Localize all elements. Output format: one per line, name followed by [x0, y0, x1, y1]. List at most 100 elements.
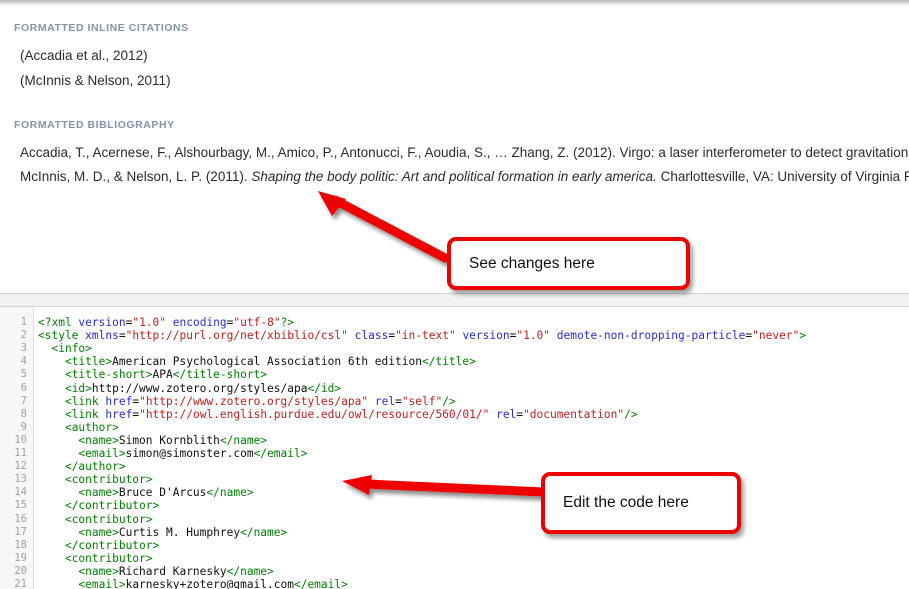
editor-line-number: 21: [14, 578, 27, 589]
editor-line-number: 10: [14, 433, 27, 446]
editor-line-number: 19: [14, 551, 27, 564]
editor-line-number: 17: [14, 525, 27, 538]
code-token-tag: <contributor>: [64, 473, 153, 487]
editor-line-content[interactable]: <style xmlns="http://purl.org/net/xbibli…: [38, 329, 806, 342]
code-token-tag: </name>: [240, 525, 288, 539]
inline-citation-item: (McInnis & Nelson, 2011): [20, 73, 171, 88]
editor-line[interactable]: 12 </author>: [0, 460, 909, 473]
editor-line-number: 20: [14, 564, 27, 577]
editor-line-number: 7: [20, 394, 27, 407]
editor-line-number: 8: [20, 407, 27, 420]
editor-line-content[interactable]: <name>Bruce D'Arcus</name>: [38, 486, 253, 500]
csl-code-editor[interactable]: 1 <?xml version="1.0" encoding="utf-8"?> 2…: [0, 307, 909, 589]
editor-line[interactable]: 3 <info>: [0, 342, 909, 355]
editor-line-content[interactable]: <?xml version="1.0" encoding="utf-8"?>: [38, 316, 294, 329]
editor-line-content[interactable]: <title-short>APA</title-short>: [38, 368, 267, 381]
code-token-txt: American Psychological Association 6th e…: [112, 355, 422, 369]
editor-line[interactable]: 7 <link href = "http://www.zotero.org/styl…: [0, 395, 909, 408]
editor-line[interactable]: 11 <email>simon@simonster.com</email>: [0, 447, 909, 460]
code-token-txt: Simon Kornblith: [118, 433, 220, 447]
code-token-tag: </title-short>: [172, 368, 268, 382]
editor-line[interactable]: 20 <name>Richard Karnesky</name>: [0, 565, 909, 578]
editor-line-content[interactable]: <name>Curtis M. Humphrey</name>: [38, 526, 287, 539]
editor-line[interactable]: 16 <contributor>: [0, 513, 909, 526]
code-token-str: "never": [752, 329, 800, 343]
code-token-pi: ?>: [280, 316, 295, 329]
editor-line-content[interactable]: </author>: [38, 460, 126, 473]
code-token-attr: version: [462, 329, 510, 343]
editor-line[interactable]: 8 <link href="http://owl.english.purdue.…: [0, 408, 909, 421]
editor-line-content[interactable]: <name>Richard Karnesky</name>: [38, 565, 273, 578]
editor-line[interactable]: 6 <id>http://www.zotero.org/styles/apa</…: [0, 382, 909, 395]
code-token-tag: <contributor>: [64, 551, 153, 565]
code-token-tag: />: [442, 394, 456, 408]
code-token-str: "documentation": [523, 407, 625, 421]
editor-line-number: 11: [14, 447, 27, 459]
bibliography-entry-prefix: McInnis, M. D., & Nelson, L. P. (2011).: [20, 169, 252, 184]
editor-line[interactable]: 2 <style xmlns="http://purl.org/net/xbibl…: [0, 329, 909, 342]
code-token-tag: </name>: [219, 433, 268, 447]
editor-line-number: 18: [14, 538, 27, 551]
inline-citation-item: (Accadia et al., 2012): [20, 48, 148, 63]
editor-line-content[interactable]: </contributor>: [38, 539, 159, 552]
code-token-tag: <link: [64, 407, 106, 421]
code-token-txt: =: [118, 329, 126, 343]
code-token-tag: <author>: [64, 420, 119, 434]
editor-line-content[interactable]: <info>: [38, 342, 91, 355]
editor-line-content[interactable]: <link href="http://owl.english.purdue.ed…: [38, 408, 638, 421]
editor-line[interactable]: 1 <?xml version="1.0" encoding="utf-8"?>: [0, 316, 909, 329]
editor-line[interactable]: 17 <name>Curtis M. Humphrey</name>: [0, 526, 909, 539]
callout-see-changes: See changes here: [447, 237, 690, 290]
editor-line[interactable]: 10 <name>Simon Kornblith</name>: [0, 434, 909, 447]
editor-line[interactable]: 9 <author>: [0, 421, 909, 434]
code-token-attr: xmlns: [85, 329, 119, 343]
code-token-tag: <link: [64, 394, 106, 408]
editor-line-content[interactable]: <email>simon@simonster.com</email>: [38, 447, 307, 460]
code-token-tag: <name>: [78, 486, 119, 500]
editor-line-content[interactable]: <id>http://www.zotero.org/styles/apa</id…: [38, 382, 341, 395]
editor-line-content[interactable]: <email>karnesky+zotero@gmail.com</email>: [38, 578, 347, 589]
code-token-str: "http://purl.org/net/xbiblio/csl": [125, 329, 348, 343]
editor-line[interactable]: 5 <title-short>APA</title-short>: [0, 368, 909, 381]
code-token-txt: karnesky+zotero@gmail.com: [125, 578, 294, 589]
editor-line-content[interactable]: <author>: [38, 421, 119, 434]
editor-line[interactable]: 19 <contributor>: [0, 552, 909, 565]
code-token-str: "http://www.zotero.org/styles/apa": [139, 394, 369, 408]
code-token-txt: APA: [152, 368, 173, 382]
code-token-attr: rel: [374, 394, 396, 408]
code-token-tag: </contributor>: [64, 538, 160, 552]
code-token-txt: Bruce D'Arcus: [118, 486, 207, 500]
editor-line-content[interactable]: <contributor>: [38, 552, 153, 565]
pane-divider[interactable]: [0, 293, 909, 307]
editor-line-number: 1: [20, 316, 27, 328]
editor-line-content[interactable]: </contributor>: [38, 499, 159, 512]
editor-line[interactable]: 4 <title>American Psychological Associat…: [0, 355, 909, 368]
editor-line[interactable]: 21 <email>karnesky+zotero@gmail.com</ema…: [0, 578, 909, 589]
code-token-tag: </contributor>: [64, 499, 160, 513]
editor-line-number: 9: [20, 420, 27, 433]
code-token-attr: demote-non-dropping-particle: [556, 329, 746, 343]
bibliography-entry-suffix: Charlottesville, VA: University of Virgi…: [656, 169, 909, 184]
editor-line-number: 6: [20, 381, 27, 394]
editor-line-content[interactable]: <name>Simon Kornblith</name>: [38, 434, 267, 447]
editor-line-number: 14: [14, 486, 27, 499]
code-token-tag: <title>: [64, 355, 113, 369]
editor-line[interactable]: 18 </contributor>: [0, 539, 909, 552]
editor-line-content[interactable]: <link href = "http://www.zotero.org/styles…: [38, 395, 456, 408]
bibliography-entry-prefix: Accadia, T., Acernese, F., Alshourbagy, …: [20, 145, 909, 160]
code-token-attr: encoding: [172, 316, 227, 329]
callout-see-changes-label: See changes here: [469, 254, 595, 272]
editor-line-content[interactable]: <title>American Psychological Associatio…: [38, 355, 476, 368]
editor-line-content[interactable]: <contributor>: [38, 513, 153, 526]
code-token-str: "1.0": [132, 316, 167, 329]
editor-line-content[interactable]: <contributor>: [38, 473, 153, 486]
editor-line-number: 12: [14, 460, 27, 473]
